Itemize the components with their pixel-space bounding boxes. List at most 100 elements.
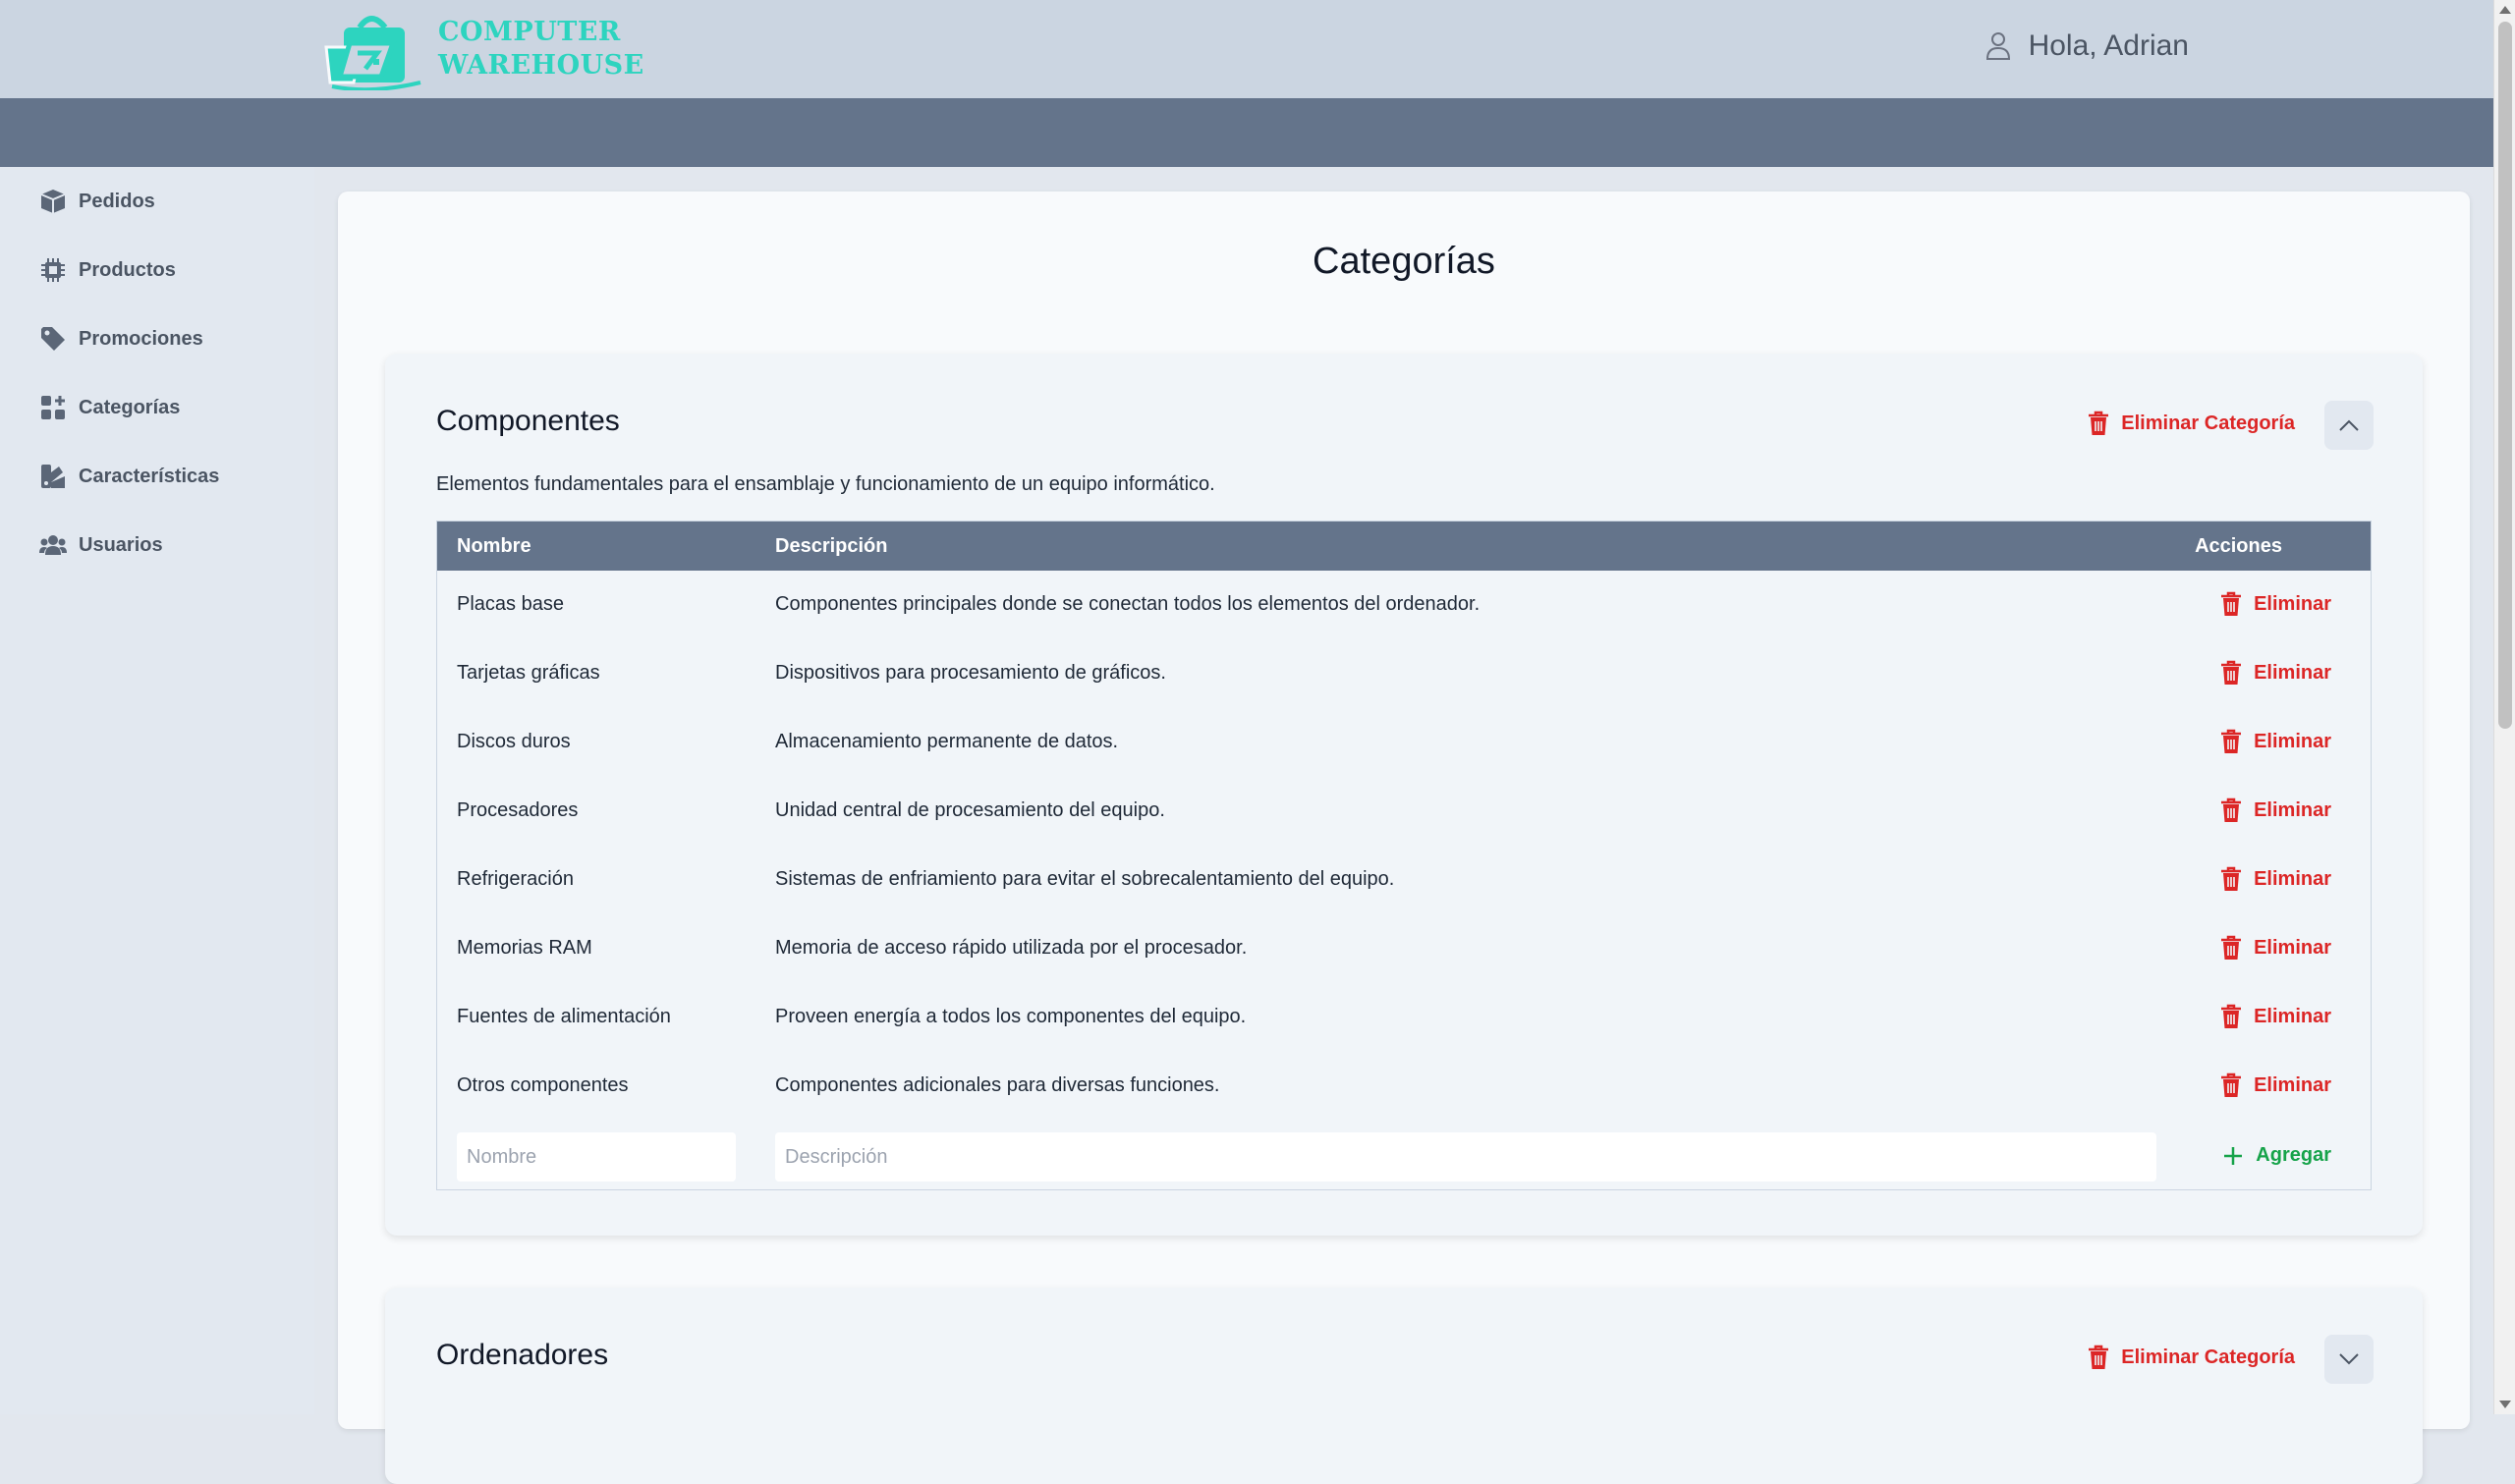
delete-row-label: Eliminar — [2254, 867, 2331, 890]
shopping-bag-logo-icon — [324, 16, 421, 90]
delete-row-label: Eliminar — [2254, 1005, 2331, 1027]
nav-band — [0, 98, 2493, 167]
sidebar-item-usuarios[interactable]: Usuarios — [0, 511, 314, 579]
collapse-toggle-button[interactable] — [2324, 401, 2374, 450]
main-content: Categorías Componentes Eliminar Categorí… — [338, 192, 2470, 1484]
table-row: Fuentes de alimentación Proveen energía a… — [437, 983, 2371, 1052]
delete-row-button[interactable]: Eliminar — [2220, 660, 2331, 686]
row-description: Componentes principales donde se conecta… — [775, 593, 1481, 615]
swatch-icon — [41, 465, 65, 488]
expand-toggle-button[interactable] — [2324, 1335, 2374, 1384]
trash-icon — [2089, 1345, 2109, 1369]
table-row: Procesadores Unidad central de procesamie… — [437, 777, 2371, 846]
row-description: Unidad central de procesamiento del equi… — [775, 799, 1165, 821]
top-header: COMPUTER WAREHOUSE Hola, Adrian — [0, 0, 2493, 98]
sidebar: Pedidos Productos Promociones Categorías… — [0, 167, 314, 1414]
add-button[interactable]: Agregar — [2222, 1144, 2331, 1167]
chevron-down-icon — [2339, 1353, 2359, 1365]
delete-row-button[interactable]: Eliminar — [2220, 1004, 2331, 1029]
trash-icon — [2221, 866, 2242, 891]
row-name: Refrigeración — [457, 868, 574, 890]
delete-category-label: Eliminar Categoría — [2121, 412, 2295, 434]
row-description: Proveen energía a todos los componentes … — [775, 1006, 1247, 1027]
delete-category-label: Eliminar Categoría — [2121, 1346, 2295, 1368]
row-description: Dispositivos para procesamiento de gráfi… — [775, 662, 1166, 684]
delete-row-button[interactable]: Eliminar — [2220, 1072, 2331, 1098]
delete-category-button[interactable]: Eliminar Categoría — [2088, 411, 2295, 436]
header-description: Descripción — [775, 535, 888, 557]
row-name: Discos duros — [457, 731, 571, 752]
chip-icon — [41, 258, 65, 282]
table-row: Discos duros Almacenamiento permanente de… — [437, 708, 2371, 777]
page-title: Categorías — [1313, 241, 1495, 282]
delete-row-button[interactable]: Eliminar — [2220, 866, 2331, 892]
delete-category-button[interactable]: Eliminar Categoría — [2088, 1345, 2295, 1370]
delete-row-button[interactable]: Eliminar — [2220, 729, 2331, 754]
trash-icon — [2221, 935, 2242, 960]
table-row: Memorias RAM Memoria de acceso rápido uti… — [437, 914, 2371, 983]
sidebar-item-label: Categorías — [79, 396, 181, 418]
logo-line-2: WAREHOUSE — [438, 50, 644, 81]
user-icon — [1985, 32, 2010, 60]
trash-icon — [2221, 797, 2242, 822]
row-name: Procesadores — [457, 799, 579, 821]
delete-row-button[interactable]: Eliminar — [2220, 591, 2331, 617]
logo[interactable]: COMPUTER WAREHOUSE — [322, 8, 644, 90]
delete-row-label: Eliminar — [2254, 936, 2331, 959]
delete-row-label: Eliminar — [2254, 798, 2331, 821]
row-name: Tarjetas gráficas — [457, 662, 600, 684]
subcategory-table: Nombre Descripción Acciones Placas base C… — [436, 521, 2372, 1190]
trash-icon — [2089, 411, 2109, 435]
sidebar-item-label: Usuarios — [79, 533, 163, 556]
category-card-componentes: Componentes Eliminar Categoría Elementos… — [385, 354, 2423, 1236]
grid-plus-icon — [41, 396, 65, 419]
delete-row-button[interactable]: Eliminar — [2220, 935, 2331, 961]
greeting-text: Hola, Adrian — [2028, 29, 2189, 62]
sidebar-item-label: Productos — [79, 258, 176, 281]
delete-row-label: Eliminar — [2254, 730, 2331, 752]
table-header: Nombre Descripción Acciones — [437, 522, 2371, 571]
chevron-up-icon — [2339, 419, 2359, 431]
row-name: Placas base — [457, 593, 564, 615]
table-row: Placas base Componentes principales donde… — [437, 571, 2371, 639]
delete-row-label: Eliminar — [2254, 592, 2331, 615]
delete-row-button[interactable]: Eliminar — [2220, 797, 2331, 823]
sidebar-item-promociones[interactable]: Promociones — [0, 304, 314, 373]
logo-line-1: COMPUTER — [438, 17, 621, 47]
header-actions: Acciones — [2195, 535, 2282, 557]
header-name: Nombre — [457, 535, 531, 557]
row-description: Almacenamiento permanente de datos. — [775, 731, 1119, 752]
new-description-input[interactable] — [775, 1132, 2156, 1182]
sidebar-item-label: Promociones — [79, 327, 203, 350]
table-row: Tarjetas gráficas Dispositivos para proce… — [437, 639, 2371, 708]
trash-icon — [2221, 660, 2242, 685]
trash-icon — [2221, 1072, 2242, 1097]
sidebar-item-categorias[interactable]: Categorías — [0, 373, 314, 442]
trash-icon — [2221, 591, 2242, 616]
scroll-down-arrow-icon[interactable] — [2499, 1401, 2511, 1408]
delete-row-label: Eliminar — [2254, 1073, 2331, 1096]
logo-text: COMPUTER WAREHOUSE — [438, 16, 644, 82]
add-label: Agregar — [2256, 1144, 2331, 1166]
tag-icon — [41, 327, 65, 351]
add-row: Agregar — [437, 1121, 2371, 1189]
row-name: Memorias RAM — [457, 937, 592, 959]
row-description: Componentes adicionales para diversas fu… — [775, 1074, 1220, 1096]
sidebar-item-label: Características — [79, 465, 220, 487]
sidebar-item-pedidos[interactable]: Pedidos — [0, 167, 314, 236]
user-greeting[interactable]: Hola, Adrian — [1985, 29, 2189, 63]
trash-icon — [2221, 729, 2242, 753]
plus-icon — [2224, 1146, 2243, 1165]
category-title: Ordenadores — [436, 1339, 609, 1371]
row-name: Otros componentes — [457, 1074, 629, 1096]
scroll-up-arrow-icon[interactable] — [2499, 6, 2511, 14]
table-row: Refrigeración Sistemas de enfriamiento pa… — [437, 846, 2371, 914]
scroll-thumb[interactable] — [2498, 22, 2512, 729]
new-name-input[interactable] — [457, 1132, 736, 1182]
sidebar-item-caracteristicas[interactable]: Características — [0, 442, 314, 511]
delete-row-label: Eliminar — [2254, 661, 2331, 684]
sidebar-item-productos[interactable]: Productos — [0, 236, 314, 304]
users-icon — [39, 535, 67, 555]
trash-icon — [2221, 1004, 2242, 1028]
page-scrollbar[interactable] — [2493, 0, 2515, 1414]
